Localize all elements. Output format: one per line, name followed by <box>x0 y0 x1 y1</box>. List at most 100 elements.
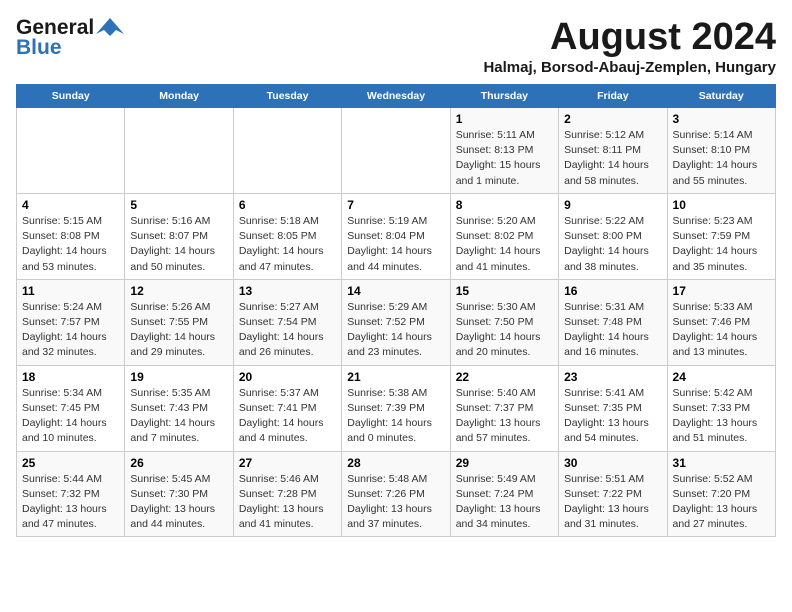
day-info: Sunrise: 5:34 AM Sunset: 7:45 PM Dayligh… <box>22 386 119 447</box>
day-info: Sunrise: 5:30 AM Sunset: 7:50 PM Dayligh… <box>456 300 553 361</box>
calendar-cell: 26 Sunrise: 5:45 AM Sunset: 7:30 PM Dayli… <box>125 451 233 537</box>
day-info: Sunrise: 5:18 AM Sunset: 8:05 PM Dayligh… <box>239 214 336 275</box>
day-number: 8 <box>456 198 553 212</box>
day-number: 19 <box>130 370 227 384</box>
day-info: Sunrise: 5:20 AM Sunset: 8:02 PM Dayligh… <box>456 214 553 275</box>
day-number: 26 <box>130 456 227 470</box>
day-info: Sunrise: 5:29 AM Sunset: 7:52 PM Dayligh… <box>347 300 444 361</box>
calendar-cell: 16Sunrise: 5:31 AM Sunset: 7:48 PM Dayli… <box>559 279 667 365</box>
day-info: Sunrise: 5:23 AM Sunset: 7:59 PM Dayligh… <box>673 214 770 275</box>
day-number: 14 <box>347 284 444 298</box>
calendar-week-3: 11 Sunrise: 5:24 AM Sunset: 7:57 PM Dayli… <box>17 279 776 365</box>
weekday-header-friday: Friday <box>559 85 667 108</box>
location-title: Halmaj, Borsod-Abauj-Zemplen, Hungary <box>483 59 776 76</box>
calendar-cell: 22 Sunrise: 5:40 AM Sunset: 7:37 PM Dayli… <box>450 365 558 451</box>
day-number: 31 <box>673 456 770 470</box>
day-number: 2 <box>564 112 661 126</box>
day-info: Sunrise: 5:15 AM Sunset: 8:08 PM Dayligh… <box>22 214 119 275</box>
day-number: 4 <box>22 198 119 212</box>
page-header: General Blue August 2024 Halmaj, Borsod-… <box>16 16 776 76</box>
day-info: Sunrise: 5:26 AM Sunset: 7:55 PM Dayligh… <box>130 300 227 361</box>
calendar-cell: 5 Sunrise: 5:16 AM Sunset: 8:07 PM Daylig… <box>125 193 233 279</box>
day-info: Sunrise: 5:14 AM Sunset: 8:10 PM Dayligh… <box>673 128 770 189</box>
day-number: 9 <box>564 198 661 212</box>
calendar-cell: 25 Sunrise: 5:44 AM Sunset: 7:32 PM Dayli… <box>17 451 125 537</box>
day-info: Sunrise: 5:41 AM Sunset: 7:35 PM Dayligh… <box>564 386 661 447</box>
day-info: Sunrise: 5:46 AM Sunset: 7:28 PM Dayligh… <box>239 472 336 533</box>
day-number: 11 <box>22 284 119 298</box>
calendar-cell: 14 Sunrise: 5:29 AM Sunset: 7:52 PM Dayli… <box>342 279 450 365</box>
calendar-header-row: SundayMondayTuesdayWednesdayThursdayFrid… <box>17 85 776 108</box>
day-number: 7 <box>347 198 444 212</box>
calendar-cell: 13 Sunrise: 5:27 AM Sunset: 7:54 PM Dayli… <box>233 279 341 365</box>
day-number: 23 <box>564 370 661 384</box>
day-number: 15 <box>456 284 553 298</box>
calendar-cell: 17 Sunrise: 5:33 AM Sunset: 7:46 PM Dayli… <box>667 279 775 365</box>
calendar-cell: 28 Sunrise: 5:48 AM Sunset: 7:26 PM Dayli… <box>342 451 450 537</box>
calendar-table: SundayMondayTuesdayWednesdayThursdayFrid… <box>16 84 776 537</box>
weekday-header-thursday: Thursday <box>450 85 558 108</box>
day-info: Sunrise: 5:35 AM Sunset: 7:43 PM Dayligh… <box>130 386 227 447</box>
day-info: Sunrise: 5:42 AM Sunset: 7:33 PM Dayligh… <box>673 386 770 447</box>
calendar-cell: 31 Sunrise: 5:52 AM Sunset: 7:20 PM Dayli… <box>667 451 775 537</box>
calendar-cell: 11 Sunrise: 5:24 AM Sunset: 7:57 PM Dayli… <box>17 279 125 365</box>
day-number: 16 <box>564 284 661 298</box>
calendar-cell: 4 Sunrise: 5:15 AM Sunset: 8:08 PM Daylig… <box>17 193 125 279</box>
day-info: Sunrise: 5:22 AM Sunset: 8:00 PM Dayligh… <box>564 214 661 275</box>
title-section: August 2024 Halmaj, Borsod-Abauj-Zemplen… <box>483 16 776 76</box>
day-info: Sunrise: 5:16 AM Sunset: 8:07 PM Dayligh… <box>130 214 227 275</box>
day-number: 1 <box>456 112 553 126</box>
day-number: 25 <box>22 456 119 470</box>
day-info: Sunrise: 5:49 AM Sunset: 7:24 PM Dayligh… <box>456 472 553 533</box>
calendar-cell: 3Sunrise: 5:14 AM Sunset: 8:10 PM Daylig… <box>667 108 775 194</box>
day-number: 30 <box>564 456 661 470</box>
weekday-header-wednesday: Wednesday <box>342 85 450 108</box>
calendar-cell: 6 Sunrise: 5:18 AM Sunset: 8:05 PM Daylig… <box>233 193 341 279</box>
logo-bird-icon <box>96 16 124 38</box>
calendar-week-1: 1 Sunrise: 5:11 AM Sunset: 8:13 PM Daylig… <box>17 108 776 194</box>
weekday-header-sunday: Sunday <box>17 85 125 108</box>
calendar-cell <box>342 108 450 194</box>
day-info: Sunrise: 5:24 AM Sunset: 7:57 PM Dayligh… <box>22 300 119 361</box>
calendar-cell: 20Sunrise: 5:37 AM Sunset: 7:41 PM Dayli… <box>233 365 341 451</box>
day-info: Sunrise: 5:52 AM Sunset: 7:20 PM Dayligh… <box>673 472 770 533</box>
day-number: 13 <box>239 284 336 298</box>
day-number: 21 <box>347 370 444 384</box>
day-info: Sunrise: 5:40 AM Sunset: 7:37 PM Dayligh… <box>456 386 553 447</box>
calendar-cell: 9 Sunrise: 5:22 AM Sunset: 8:00 PM Daylig… <box>559 193 667 279</box>
weekday-header-saturday: Saturday <box>667 85 775 108</box>
day-number: 5 <box>130 198 227 212</box>
calendar-cell: 19 Sunrise: 5:35 AM Sunset: 7:43 PM Dayli… <box>125 365 233 451</box>
day-info: Sunrise: 5:11 AM Sunset: 8:13 PM Dayligh… <box>456 128 553 189</box>
logo: General Blue <box>16 16 124 60</box>
day-info: Sunrise: 5:12 AM Sunset: 8:11 PM Dayligh… <box>564 128 661 189</box>
day-info: Sunrise: 5:33 AM Sunset: 7:46 PM Dayligh… <box>673 300 770 361</box>
day-info: Sunrise: 5:27 AM Sunset: 7:54 PM Dayligh… <box>239 300 336 361</box>
day-number: 22 <box>456 370 553 384</box>
calendar-cell: 15 Sunrise: 5:30 AM Sunset: 7:50 PM Dayli… <box>450 279 558 365</box>
calendar-cell: 30 Sunrise: 5:51 AM Sunset: 7:22 PM Dayli… <box>559 451 667 537</box>
calendar-cell: 18Sunrise: 5:34 AM Sunset: 7:45 PM Dayli… <box>17 365 125 451</box>
logo-blue-text: Blue <box>16 36 62 60</box>
day-info: Sunrise: 5:51 AM Sunset: 7:22 PM Dayligh… <box>564 472 661 533</box>
calendar-week-2: 4 Sunrise: 5:15 AM Sunset: 8:08 PM Daylig… <box>17 193 776 279</box>
weekday-header-tuesday: Tuesday <box>233 85 341 108</box>
day-info: Sunrise: 5:44 AM Sunset: 7:32 PM Dayligh… <box>22 472 119 533</box>
calendar-cell: 29 Sunrise: 5:49 AM Sunset: 7:24 PM Dayli… <box>450 451 558 537</box>
calendar-week-4: 18Sunrise: 5:34 AM Sunset: 7:45 PM Dayli… <box>17 365 776 451</box>
day-number: 20 <box>239 370 336 384</box>
day-number: 28 <box>347 456 444 470</box>
day-number: 6 <box>239 198 336 212</box>
day-number: 24 <box>673 370 770 384</box>
day-info: Sunrise: 5:48 AM Sunset: 7:26 PM Dayligh… <box>347 472 444 533</box>
weekday-header-monday: Monday <box>125 85 233 108</box>
calendar-cell: 27 Sunrise: 5:46 AM Sunset: 7:28 PM Dayli… <box>233 451 341 537</box>
day-number: 17 <box>673 284 770 298</box>
day-number: 29 <box>456 456 553 470</box>
calendar-cell: 7Sunrise: 5:19 AM Sunset: 8:04 PM Daylig… <box>342 193 450 279</box>
day-number: 27 <box>239 456 336 470</box>
day-number: 10 <box>673 198 770 212</box>
calendar-cell <box>17 108 125 194</box>
day-info: Sunrise: 5:45 AM Sunset: 7:30 PM Dayligh… <box>130 472 227 533</box>
calendar-cell: 24 Sunrise: 5:42 AM Sunset: 7:33 PM Dayli… <box>667 365 775 451</box>
